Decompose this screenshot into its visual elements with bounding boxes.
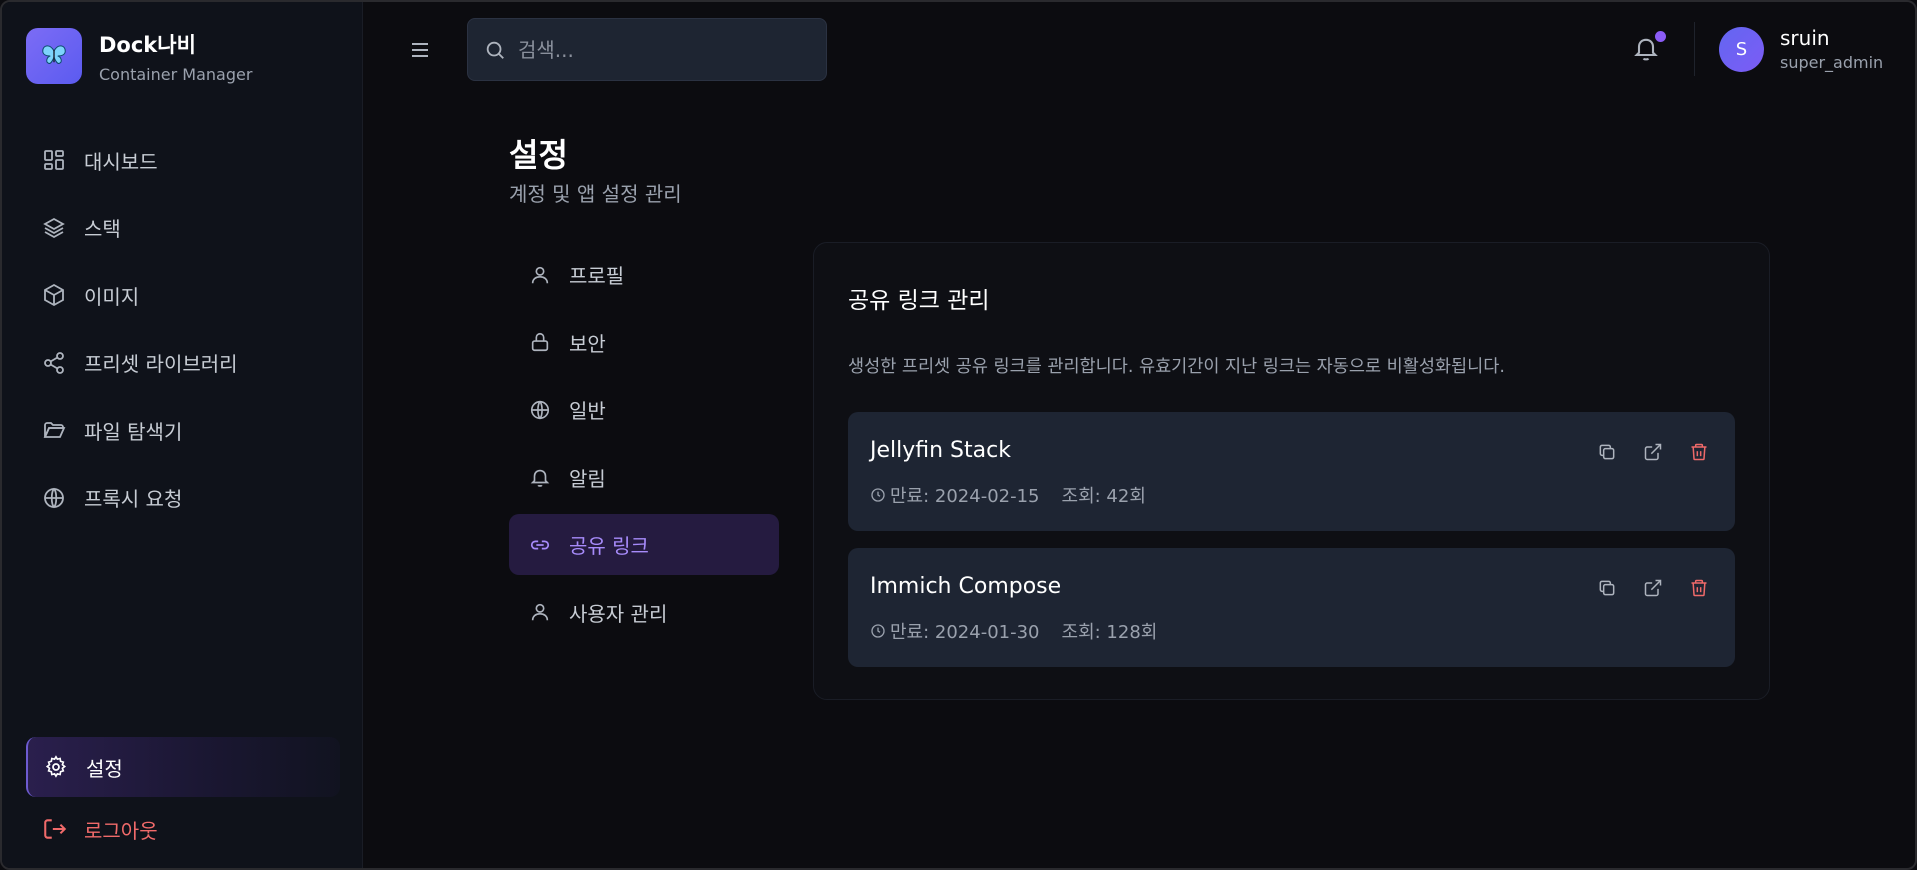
page-title: 설정	[509, 136, 568, 174]
clock-icon	[871, 488, 885, 502]
link-icon	[530, 539, 550, 550]
menu-toggle-button[interactable]	[405, 35, 435, 65]
sidebar-item-dashboard[interactable]: 대시보드	[26, 133, 341, 187]
share-link-actions	[1571, 442, 1709, 462]
settings-tab-label: 사용자 관리	[569, 601, 668, 626]
settings-nav: 프로필 보안 일반 알림 공유 링크 사용자 관리	[509, 244, 779, 649]
sidebar-item-label: 파일 탐색기	[84, 419, 183, 444]
logout-label: 로그아웃	[84, 818, 158, 843]
share-link-expiry: 만료: 2024-02-15	[890, 486, 1040, 507]
copy-icon[interactable]	[1597, 442, 1617, 462]
settings-tab-label: 알림	[569, 466, 606, 491]
globe-icon	[44, 487, 64, 508]
logout-button[interactable]: 로그아웃	[26, 802, 340, 856]
settings-tab-label: 프로필	[569, 264, 625, 288]
settings-tab-notifications[interactable]: 알림	[509, 447, 779, 508]
sidebar-item-label: 스택	[84, 217, 121, 241]
share-link-name: Jellyfin Stack	[870, 438, 1011, 463]
sidebar-item-label: 설정	[86, 756, 123, 781]
user-role: super_admin	[1780, 53, 1884, 72]
brand-name: Dock나비	[99, 32, 196, 57]
app-window: Dock나비 Container Manager 대시보드 스택 이미지 프리셋…	[0, 0, 1917, 870]
user-icon	[531, 266, 549, 283]
sidebar-item-proxy-requests[interactable]: 프록시 요청	[26, 471, 341, 525]
layers-icon	[43, 217, 65, 238]
card-title: 공유 링크 관리	[848, 288, 990, 314]
sidebar-item-label: 프리셋 라이브러리	[84, 352, 238, 376]
notification-dot	[1655, 31, 1666, 42]
share-link-meta: 만료: 2024-01-30 조회: 128회	[870, 618, 1157, 644]
settings-tab-label: 보안	[569, 331, 606, 356]
clock-icon	[871, 624, 885, 638]
brand[interactable]: Dock나비 Container Manager	[26, 28, 252, 84]
share-icon	[44, 351, 64, 374]
card-description: 생성한 프리셋 공유 링크를 관리합니다. 유효기간이 지난 링크는 자동으로 …	[848, 357, 1505, 377]
share-link-meta: 만료: 2024-02-15 조회: 42회	[870, 482, 1146, 508]
divider	[1694, 22, 1695, 76]
logout-icon	[44, 819, 67, 839]
copy-icon[interactable]	[1597, 578, 1617, 598]
sidebar-item-label: 대시보드	[84, 149, 158, 174]
avatar[interactable]: S	[1719, 27, 1764, 72]
search-icon	[486, 41, 504, 59]
globe-icon	[530, 400, 550, 419]
user-name: sruin	[1780, 26, 1830, 50]
sidebar-item-images[interactable]: 이미지	[26, 268, 341, 322]
share-links-card: 공유 링크 관리 생성한 프리셋 공유 링크를 관리합니다. 유효기간이 지난 …	[813, 242, 1770, 700]
share-link-actions	[1571, 578, 1709, 598]
settings-tab-user-management[interactable]: 사용자 관리	[509, 582, 779, 643]
sidebar-item-preset-library[interactable]: 프리셋 라이브러리	[26, 336, 341, 390]
gear-icon	[45, 755, 67, 778]
lock-icon	[531, 332, 549, 352]
share-link-views: 조회: 128회	[1061, 622, 1158, 643]
search-box[interactable]	[467, 18, 827, 81]
box-icon	[44, 283, 64, 307]
settings-tab-profile[interactable]: 프로필	[509, 244, 779, 305]
share-link-expiry: 만료: 2024-01-30	[890, 622, 1040, 643]
share-link-item: Jellyfin Stack 만료: 2024-02-15 조회: 42회	[848, 412, 1735, 531]
sidebar-nav: 대시보드 스택 이미지 프리셋 라이브러리 파일 탐색기 프록시 요청	[26, 133, 341, 538]
share-link-item: Immich Compose 만료: 2024-01-30 조회: 128회	[848, 548, 1735, 667]
sidebar-item-label: 프록시 요청	[84, 487, 183, 511]
settings-tab-share-links[interactable]: 공유 링크	[509, 514, 779, 575]
settings-tab-label: 공유 링크	[569, 534, 649, 558]
share-link-views: 조회: 42회	[1061, 486, 1146, 507]
sidebar: Dock나비 Container Manager 대시보드 스택 이미지 프리셋…	[2, 2, 363, 868]
page-subtitle: 계정 및 앱 설정 관리	[509, 182, 682, 206]
sidebar-item-file-explorer[interactable]: 파일 탐색기	[26, 403, 341, 457]
butterfly-logo-icon	[26, 28, 82, 84]
hamburger-icon	[412, 43, 428, 57]
sidebar-item-settings[interactable]: 설정	[26, 737, 340, 797]
trash-icon[interactable]	[1689, 578, 1709, 598]
search-input[interactable]	[518, 37, 798, 62]
brand-subtitle: Container Manager	[99, 64, 253, 84]
settings-tab-security[interactable]: 보안	[509, 312, 779, 373]
sidebar-item-stacks[interactable]: 스택	[26, 201, 341, 255]
folder-icon	[43, 422, 66, 438]
settings-tab-label: 일반	[569, 399, 606, 423]
sidebar-item-label: 이미지	[84, 284, 140, 309]
settings-tab-general[interactable]: 일반	[509, 379, 779, 440]
external-link-icon[interactable]	[1643, 442, 1663, 462]
bell-icon	[530, 469, 550, 487]
share-link-name: Immich Compose	[870, 574, 1062, 599]
external-link-icon[interactable]	[1643, 578, 1663, 598]
user-icon	[531, 603, 549, 621]
dashboard-icon	[44, 150, 64, 170]
trash-icon[interactable]	[1689, 442, 1709, 462]
